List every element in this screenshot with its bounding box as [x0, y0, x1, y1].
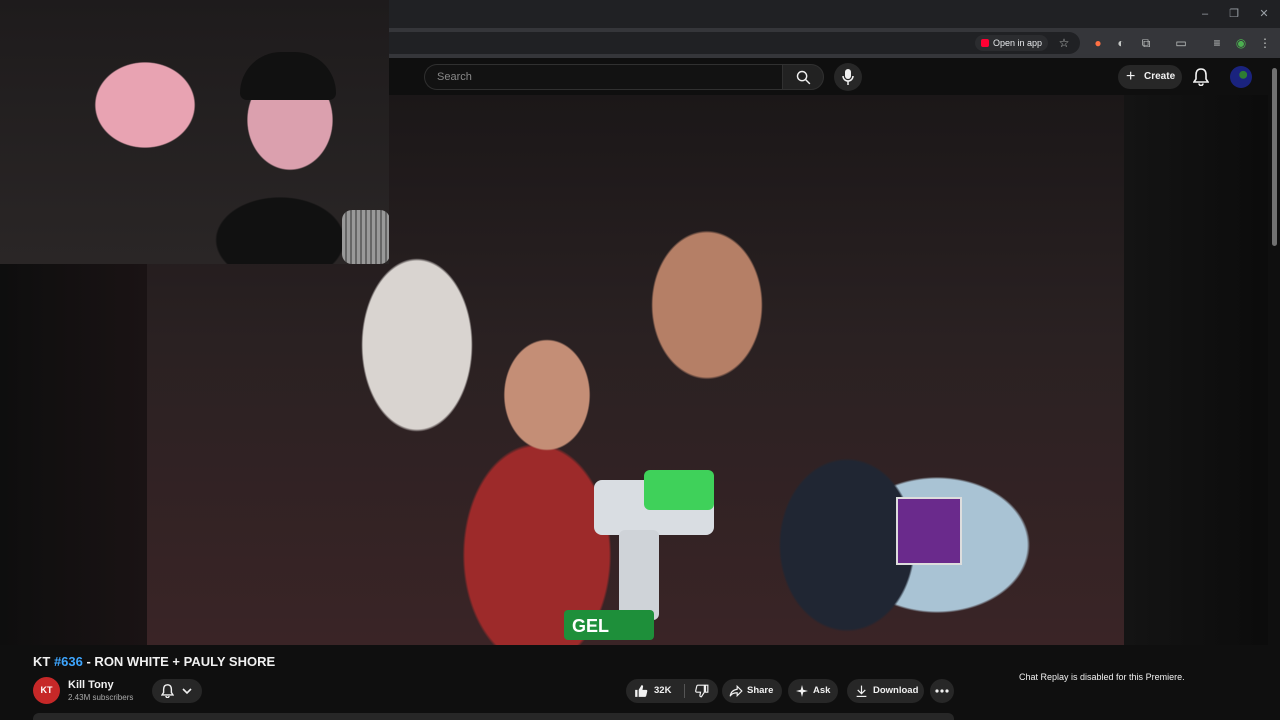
microphone-icon: [842, 69, 854, 85]
menu-icon[interactable]: ⋮: [1257, 35, 1273, 51]
webcam-streamer: [240, 52, 336, 100]
title-hashtag-link[interactable]: #636: [54, 654, 83, 669]
create-label: Create: [1144, 71, 1176, 82]
more-actions-button[interactable]: [930, 679, 954, 703]
video-letterbox-left: [0, 264, 147, 645]
ask-button[interactable]: Ask: [788, 679, 838, 703]
channel-name-link[interactable]: Kill Tony: [68, 679, 114, 691]
create-button[interactable]: + Create: [1118, 65, 1182, 89]
star-icon[interactable]: ☆: [1056, 35, 1072, 51]
more-horizontal-icon: [935, 689, 949, 693]
divider: [684, 684, 685, 698]
share-label: Share: [747, 685, 774, 696]
title-prefix: KT: [33, 654, 54, 669]
share-icon: [729, 684, 743, 698]
extension-icon[interactable]: ●: [1090, 35, 1106, 51]
thumbs-up-icon: [635, 685, 648, 697]
search-icon: [796, 70, 811, 85]
scrollbar-thumb[interactable]: [1272, 68, 1277, 246]
notifications-button[interactable]: [1190, 66, 1212, 88]
channel-avatar[interactable]: KT: [33, 677, 60, 704]
blaster-label: GEL: [572, 616, 609, 636]
like-button[interactable]: 32K: [626, 679, 682, 703]
sparkle-icon: [796, 685, 808, 697]
search-input[interactable]: Search: [424, 64, 782, 90]
open-in-app-button[interactable]: Open in app: [975, 35, 1049, 51]
search-button[interactable]: [782, 64, 824, 90]
open-in-app-label: Open in app: [993, 38, 1043, 48]
cast-icon[interactable]: ▭: [1173, 35, 1189, 51]
gel-blaster-prop: GEL: [564, 470, 714, 640]
avatar[interactable]: [1230, 66, 1252, 88]
extension-icon[interactable]: ◐: [1113, 35, 1129, 51]
subscription-notifications-button[interactable]: [152, 679, 202, 703]
restore-icon[interactable]: ❐: [1224, 6, 1244, 22]
download-button[interactable]: Download: [847, 679, 924, 703]
tablet-sticker: [896, 497, 962, 565]
ask-label: Ask: [813, 685, 831, 696]
bell-icon: [161, 684, 174, 698]
description-box[interactable]: [33, 713, 954, 720]
minimize-icon[interactable]: –: [1195, 6, 1215, 22]
dislike-button[interactable]: [686, 679, 718, 703]
puzzle-icon[interactable]: ⧉: [1138, 35, 1154, 51]
profile-icon[interactable]: ◉: [1233, 35, 1249, 51]
share-button[interactable]: Share: [722, 679, 782, 703]
like-dislike-group: 32K: [626, 679, 718, 703]
close-icon[interactable]: ✕: [1254, 6, 1274, 22]
thumbs-down-icon: [695, 684, 709, 698]
video-letterbox-right: [1124, 95, 1280, 645]
download-label: Download: [873, 685, 919, 696]
media-icon[interactable]: ≡: [1209, 35, 1225, 51]
plus-icon: +: [1126, 68, 1136, 85]
subscriber-count: 2.43M subscribers: [68, 693, 134, 702]
video-title: KT #636 - RON WHITE + PAULY SHORE: [33, 654, 275, 669]
youtube-icon: [981, 39, 989, 47]
webcam-overlay: [0, 0, 389, 264]
bell-icon: [1193, 68, 1209, 86]
webcam-microphone: [342, 210, 389, 264]
chat-replay-status: Chat Replay is disabled for this Premier…: [1019, 672, 1185, 682]
like-count: 32K: [654, 685, 672, 696]
title-suffix: - RON WHITE + PAULY SHORE: [82, 654, 276, 669]
chevron-down-icon: [182, 688, 192, 695]
download-icon: [856, 685, 867, 698]
voice-search-button[interactable]: [834, 63, 862, 91]
